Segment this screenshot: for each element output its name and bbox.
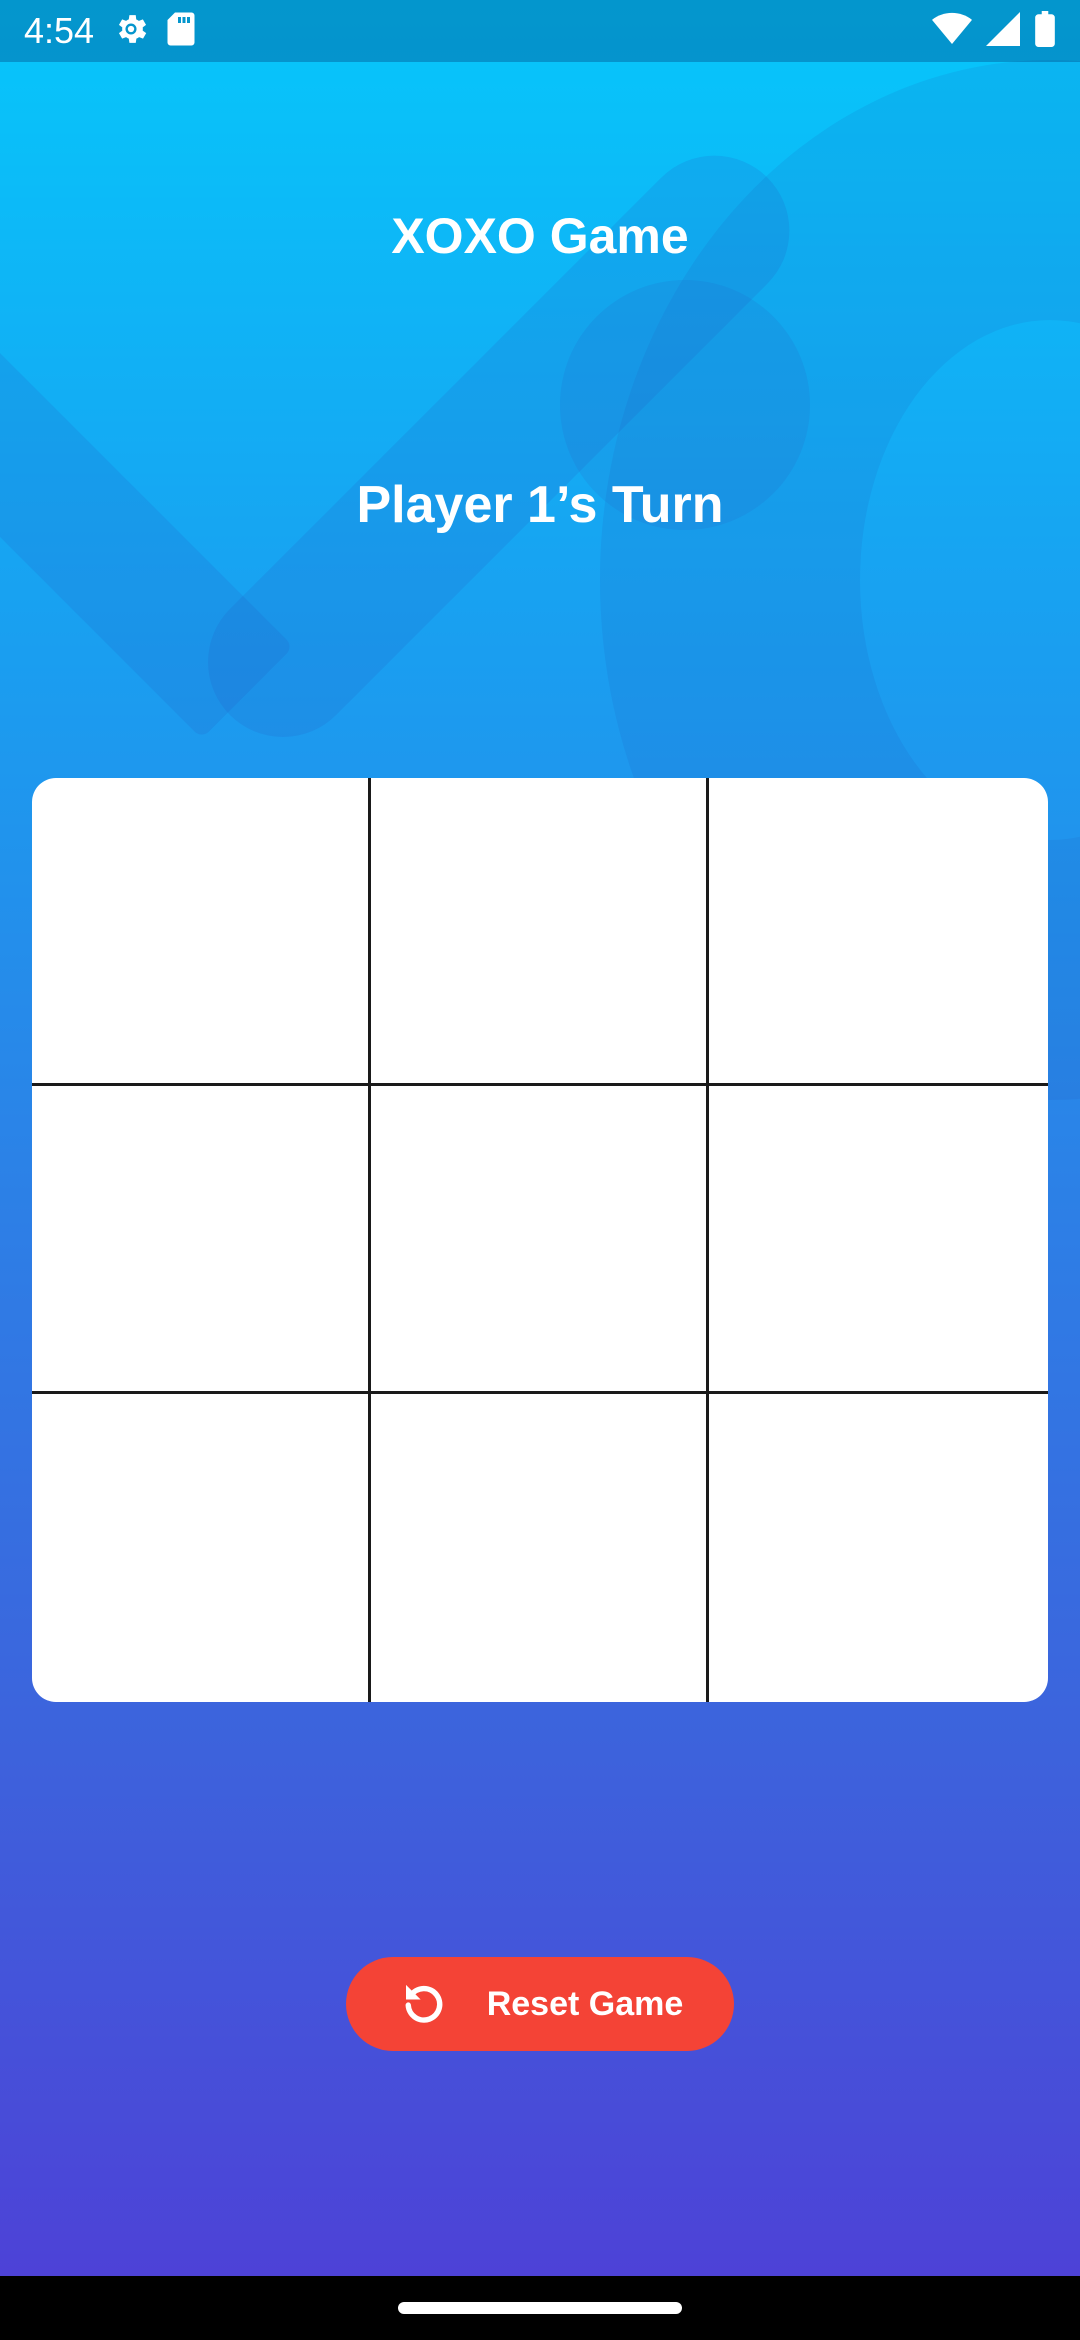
cell-signal-icon [986,11,1020,51]
game-screen: 4:54 XOXO Game Player 1’s Turn Reset Gam… [0,0,1080,2340]
sd-card-icon [166,11,196,52]
board-cell-2[interactable] [370,778,710,1086]
reset-game-button[interactable]: Reset Game [346,1957,734,2051]
board-cell-8[interactable] [371,1394,710,1702]
board-cell-5[interactable] [370,1086,710,1394]
reset-icon [397,1977,451,2031]
turn-indicator: Player 1’s Turn [356,476,724,534]
game-board [32,778,1048,1702]
board-cell-9[interactable] [709,1394,1048,1702]
settings-gear-icon [112,10,150,53]
board-cell-7[interactable] [32,1394,371,1702]
navigation-bar [0,2276,1080,2340]
app-title: XOXO Game [391,208,689,264]
board-cell-1[interactable] [32,778,371,1086]
board-cell-6[interactable] [709,1086,1048,1394]
board-cell-3[interactable] [709,778,1048,1086]
home-gesture-handle[interactable] [398,2302,682,2314]
board-cell-4[interactable] [32,1086,371,1394]
status-right-icons [918,10,1056,52]
battery-icon [1034,10,1056,52]
status-time: 4:54 [24,10,95,51]
reset-game-label: Reset Game [486,1984,684,2023]
wifi-icon [932,12,972,51]
status-bar: 4:54 [0,0,1080,62]
